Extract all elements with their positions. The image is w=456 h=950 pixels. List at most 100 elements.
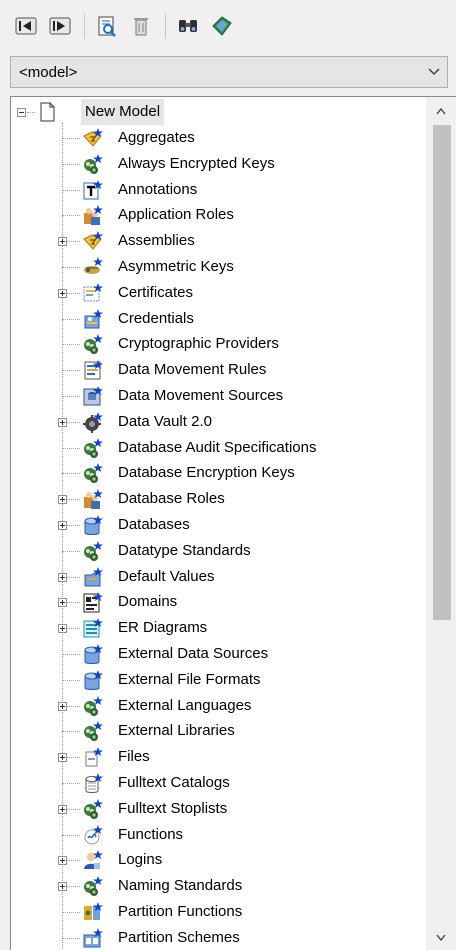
tree-item-label: External Libraries <box>118 722 235 740</box>
tree-item-label: Database Audit Specifications <box>118 438 317 456</box>
scrollbar-thumb[interactable] <box>433 125 451 620</box>
expand-toggle[interactable] <box>58 288 67 298</box>
er-diagram-icon <box>83 618 103 638</box>
expand-toggle[interactable] <box>58 521 67 530</box>
tree-item-certificates[interactable]: Certificates <box>11 280 425 306</box>
tree-item-application-roles[interactable]: Application Roles <box>11 202 425 228</box>
tree-item-database-roles[interactable]: Database Roles <box>11 486 425 512</box>
collapse-toggle[interactable] <box>17 108 26 117</box>
default-values-icon <box>84 566 103 587</box>
tree-item-default-values[interactable]: Default Values <box>11 564 425 590</box>
properties-button[interactable] <box>91 10 123 42</box>
tree-item-label: Fulltext Catalogs <box>118 774 230 791</box>
expand-toggle[interactable] <box>58 495 67 505</box>
expand-toggle[interactable] <box>58 572 67 582</box>
tree-item-external-languages[interactable]: External Languages <box>11 693 425 719</box>
scroll-down-arrow[interactable] <box>426 923 456 950</box>
tree-item-assemblies[interactable]: Assemblies <box>11 228 425 254</box>
tree-connector <box>62 138 80 139</box>
people-role-icon <box>84 489 103 510</box>
tree-connector <box>62 344 80 346</box>
tree-item-data-vault-2-0[interactable]: Data Vault 2.0 <box>11 409 425 435</box>
expand-toggle[interactable] <box>58 856 67 866</box>
tree-item-always-encrypted-keys[interactable]: Always Encrypted Keys <box>11 151 425 177</box>
expand-toggle[interactable] <box>58 701 67 711</box>
collapse-left-button[interactable] <box>10 10 42 42</box>
tag-icon <box>212 16 232 36</box>
tree-connector <box>62 912 80 913</box>
database-cylinder-icon <box>84 669 103 690</box>
tree-item-data-movement-sources[interactable]: Data Movement Sources <box>11 383 425 409</box>
expand-toggle[interactable] <box>58 237 67 247</box>
tree-item-label: Cryptographic Providers <box>118 335 279 353</box>
filter-button[interactable] <box>206 10 238 42</box>
tree-item-label: Aggregates <box>118 129 195 146</box>
tree-item-label: Partition Schemes <box>118 928 240 946</box>
tree-item-aggregates[interactable]: Aggregates <box>11 125 425 151</box>
tree-connector <box>27 112 35 113</box>
tree-item-datatype-standards[interactable]: Datatype Standards <box>11 538 425 564</box>
toolbar-separator <box>165 13 166 39</box>
tree-item-naming-standards[interactable]: Naming Standards <box>11 873 425 899</box>
model-tree-panel: New Model Aggregates Always Encrypted Key… <box>10 96 456 950</box>
tree-item-external-data-sources[interactable]: External Data Sources <box>11 641 425 667</box>
tree-item-label: Certificates <box>118 283 194 301</box>
tree-item-label: External Languages <box>118 696 252 714</box>
tree-item-external-libraries[interactable]: External Libraries <box>11 718 425 744</box>
tree-item-functions[interactable]: Functions <box>11 822 425 848</box>
expand-right-button[interactable] <box>44 10 76 42</box>
tree-item-external-file-formats[interactable]: External File Formats <box>11 667 425 693</box>
tree-item-database-encryption-keys[interactable]: Database Encryption Keys <box>11 460 425 486</box>
delete-button[interactable] <box>125 10 157 42</box>
tree-item-label: Naming Standards <box>118 877 243 895</box>
vertical-scrollbar[interactable] <box>426 97 456 950</box>
key-people-icon <box>84 540 103 561</box>
key-people-icon <box>84 153 103 174</box>
tree-item-data-movement-rules[interactable]: Data Movement Rules <box>11 357 425 383</box>
tree-connector <box>62 834 80 836</box>
model-selector[interactable]: <model> <box>10 56 448 88</box>
tree-item-domains[interactable]: Domains <box>11 589 425 615</box>
tree-item-label: Domains <box>118 593 178 611</box>
expand-toggle[interactable] <box>58 417 67 427</box>
binoculars-icon <box>179 20 197 32</box>
scroll-up-arrow[interactable] <box>426 97 456 125</box>
tree-connector <box>62 937 80 939</box>
tree-item-label: Partition Functions <box>118 903 243 920</box>
tree-item-logins[interactable]: Logins <box>11 847 425 873</box>
key-people-icon <box>84 798 103 819</box>
domain-icon <box>83 592 103 613</box>
tree-item-fulltext-stoplists[interactable]: Fulltext Stoplists <box>11 796 425 822</box>
tree-item-credentials[interactable]: Credentials <box>11 306 425 332</box>
partition-function-icon <box>84 902 103 920</box>
expand-toggle[interactable] <box>58 624 67 634</box>
tree-item-asymmetric-keys[interactable]: Asymmetric Keys <box>11 254 425 280</box>
tree-item-files[interactable]: Files <box>11 744 425 770</box>
tree-connector <box>62 654 80 655</box>
tree-root-row[interactable]: New Model <box>11 99 425 125</box>
document-icon <box>40 102 55 122</box>
tree-item-fulltext-catalogs[interactable]: Fulltext Catalogs <box>11 770 425 796</box>
find-button[interactable] <box>172 10 204 42</box>
tree-connector <box>62 163 80 165</box>
tree-item-partition-schemes[interactable]: Partition Schemes <box>11 925 425 950</box>
tree-item-er-diagrams[interactable]: ER Diagrams <box>11 615 425 641</box>
expand-toggle[interactable] <box>58 598 67 608</box>
tree-item-databases[interactable]: Databases <box>11 512 425 538</box>
tree-item-cryptographic-providers[interactable]: Cryptographic Providers <box>11 331 425 357</box>
chevron-up-icon <box>436 107 446 114</box>
expand-toggle[interactable] <box>58 753 67 763</box>
tree-item-annotations[interactable]: Annotations <box>11 177 425 203</box>
chevron-down-icon[interactable] <box>421 68 447 76</box>
tree-item-label: Fulltext Stoplists <box>118 799 228 817</box>
tree-item-label: Data Movement Rules <box>118 361 267 379</box>
tree-item-database-audit-specifications[interactable]: Database Audit Specifications <box>11 435 425 461</box>
tree-item-label: Database Encryption Keys <box>118 464 295 482</box>
tree-item-label: Files <box>118 748 150 766</box>
rules-document-icon <box>84 360 103 380</box>
expand-toggle[interactable] <box>58 804 67 814</box>
tree-item-label: Annotations <box>118 180 198 198</box>
tree-item-partition-functions[interactable]: Partition Functions <box>11 899 425 925</box>
tree-connector <box>62 731 80 733</box>
expand-toggle[interactable] <box>58 882 67 892</box>
